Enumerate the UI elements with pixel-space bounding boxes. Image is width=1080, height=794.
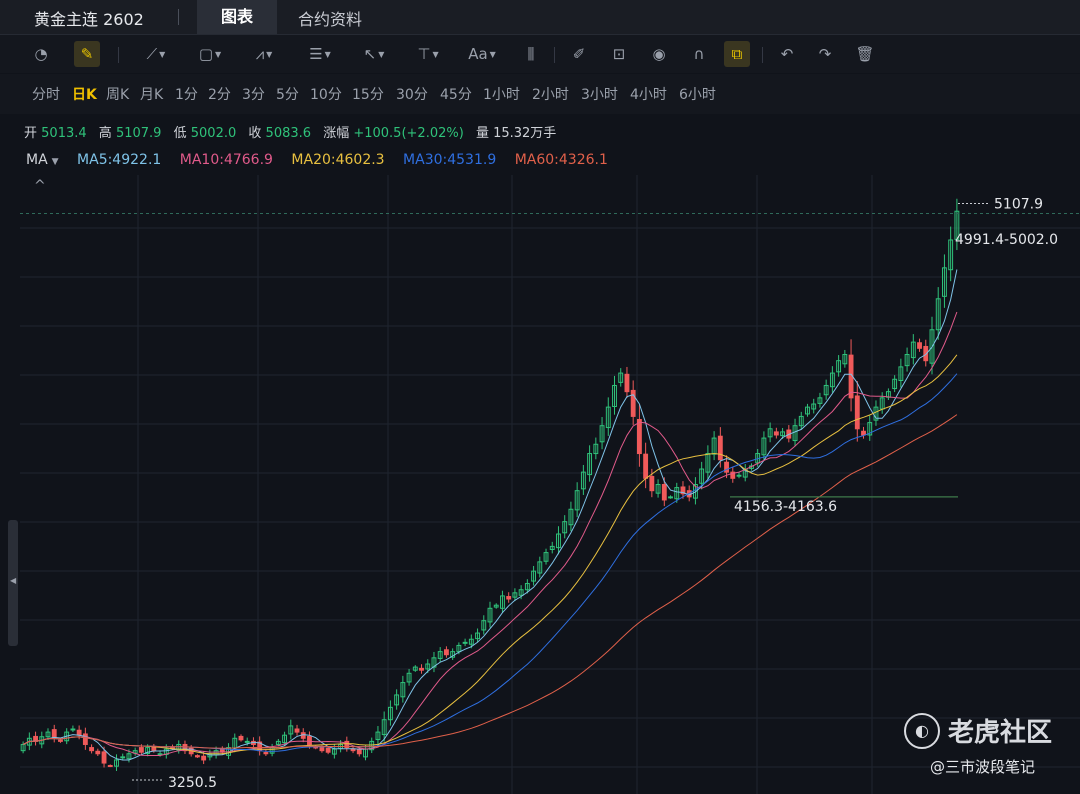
candle-body-113 [724,461,729,473]
candle-body-28 [194,755,200,758]
chevron-left-icon: ◀ [10,576,17,585]
candle-body-16 [120,756,126,759]
candle-body-112 [717,435,723,461]
candlestick-chart[interactable]: 5107.9 4991.4-5002.0 4156.3-4163.6 3250.5 [0,0,1080,794]
candle-body-68 [443,649,449,656]
candle-body-78 [506,596,512,600]
candle-body-48 [319,747,325,752]
candle-body-100 [643,453,649,479]
candle-body-101 [649,475,655,492]
candle-body-99 [636,419,642,455]
candle-body-13 [101,751,107,764]
candle-body-22 [157,753,163,756]
candle-body-11 [89,747,95,752]
candle-body-46 [307,735,312,745]
gap-upper-label: 4991.4-5002.0 [955,232,1058,248]
candle-body-10 [82,733,88,745]
candle-body-104 [668,496,673,499]
candle-body-19 [138,747,144,753]
tiger-logo-icon: ◐ [904,712,940,749]
watermark-text: 老虎社区 [948,718,1053,748]
candle-body-6 [58,739,63,742]
candle-body-35 [238,735,244,741]
candle-body-135 [861,430,866,436]
candle-body-64 [419,667,424,671]
candle-body-97 [624,373,630,393]
side-panel-handle[interactable]: ◀ [8,520,18,646]
candle-body-144 [917,342,922,349]
candle-body-29 [201,755,207,761]
candle-body-54 [356,748,362,755]
low-price-label: 3250.5 [168,775,217,791]
candle-body-39 [263,752,269,755]
candle-body-115 [736,474,742,477]
candle-body-134 [854,395,860,430]
candle-body-44 [294,728,300,733]
candle-body-24 [170,746,175,749]
watermark: ◐ 老虎社区 [904,712,1052,749]
candle-body-9 [76,729,82,736]
candle-body-8 [70,728,76,731]
candle-body-71 [462,641,468,644]
candle-body-49 [325,747,331,753]
candle-body-103 [661,484,667,501]
high-price-label: 5107.9 [994,197,1043,213]
ma60-line [22,414,958,749]
candle-body-45 [300,732,306,739]
author-handle: @三市波段笔记 [930,758,1036,776]
candle-body-36 [244,740,250,743]
candle-body-121 [773,431,779,436]
candle-body-12 [95,750,101,755]
ma10-line [22,311,958,756]
candle-body-14 [107,765,113,768]
gap-lower-label: 4156.3-4163.6 [734,499,837,515]
ma30-line [22,373,958,752]
